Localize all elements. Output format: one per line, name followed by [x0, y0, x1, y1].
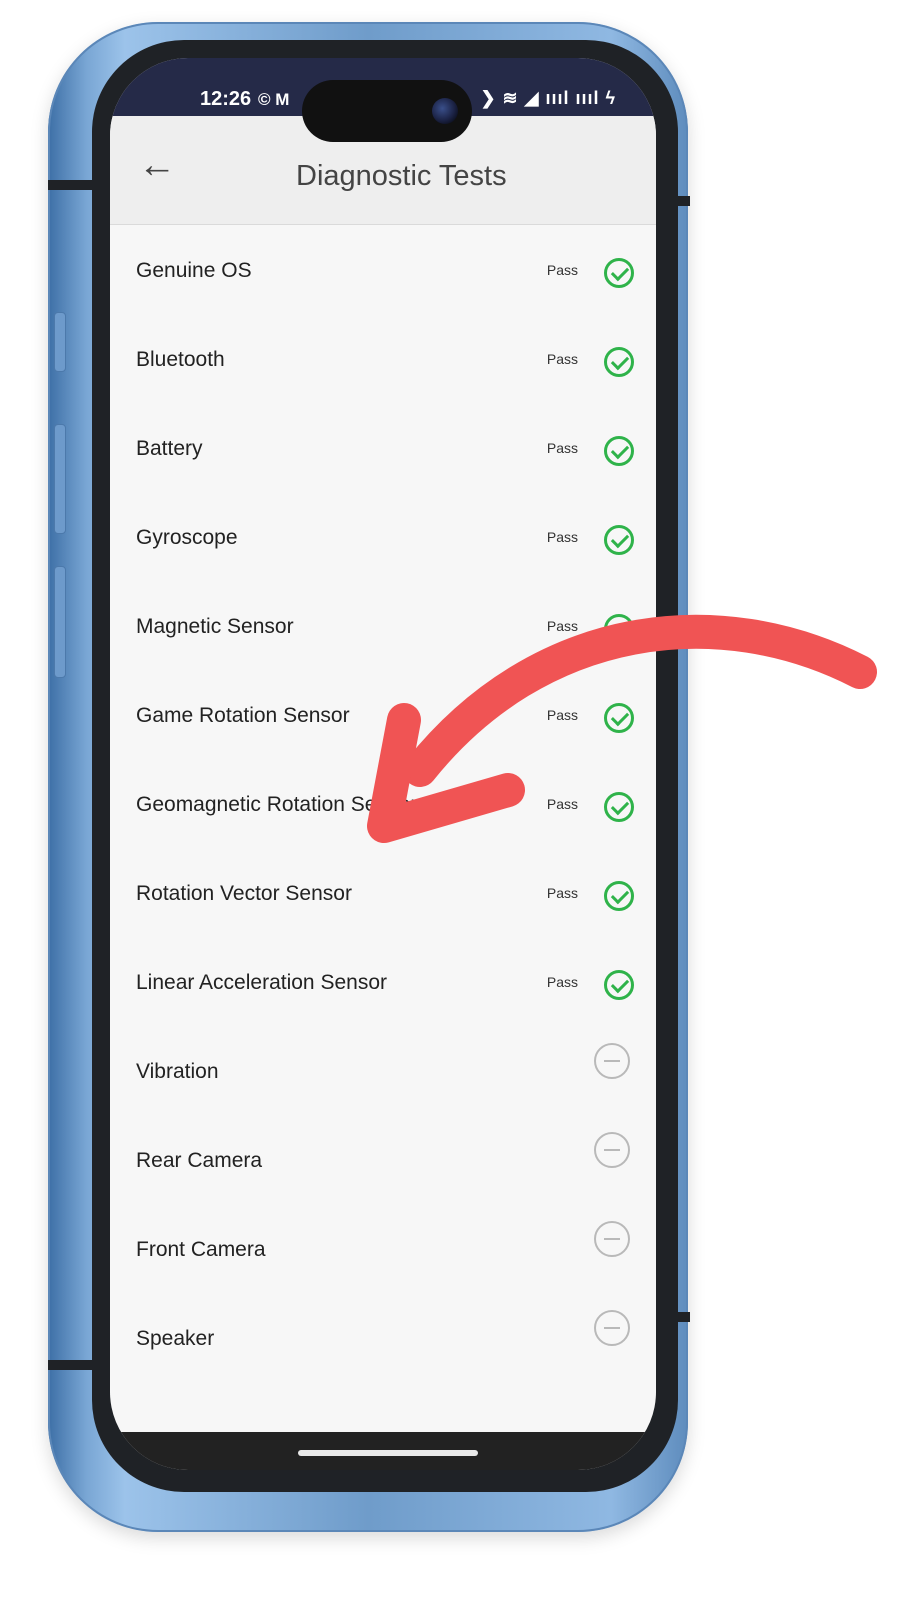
signal-battery-icons: ❯ ≋ ◢ ıııl ıııl ϟ	[480, 88, 616, 108]
test-row[interactable]: Magnetic Sensor Pass	[110, 580, 656, 669]
test-row[interactable]: Front Camera	[110, 1203, 656, 1292]
test-name: Game Rotation Sensor	[136, 704, 350, 727]
notification-icons: © M	[258, 90, 290, 109]
test-row[interactable]: Battery Pass	[110, 402, 656, 491]
volume-down-button	[54, 566, 66, 678]
test-row[interactable]: Speaker	[110, 1292, 656, 1381]
pending-circle-icon	[594, 1310, 630, 1346]
check-circle-icon	[604, 258, 634, 288]
test-row[interactable]: Rotation Vector Sensor Pass	[110, 847, 656, 936]
volume-up-button	[54, 424, 66, 534]
test-name: Speaker	[136, 1327, 215, 1350]
antenna-band	[48, 180, 98, 190]
test-status-text: Pass	[546, 796, 578, 812]
status-time: 12:26	[200, 88, 252, 110]
antenna-band	[48, 1360, 98, 1370]
test-name: Genuine OS	[136, 259, 252, 282]
pending-circle-icon	[594, 1132, 630, 1168]
test-name: Gyroscope	[136, 526, 238, 549]
test-status-text: Pass	[546, 974, 578, 990]
check-circle-icon	[604, 525, 634, 555]
test-status-text: Pass	[546, 262, 578, 278]
action-button	[54, 312, 66, 372]
pending-circle-icon	[594, 1221, 630, 1257]
test-status-text: Pass	[546, 529, 578, 545]
test-row[interactable]: Rear Camera	[110, 1114, 656, 1203]
test-status-text: Pass	[546, 885, 578, 901]
test-row[interactable]: Genuine OS Pass	[110, 224, 656, 313]
test-row[interactable]: Game Rotation Sensor Pass	[110, 669, 656, 758]
test-name: Battery	[136, 437, 203, 460]
test-name: Front Camera	[136, 1238, 266, 1261]
test-status-text: Pass	[546, 707, 578, 723]
test-status-text: Pass	[546, 351, 578, 367]
check-circle-icon	[604, 881, 634, 911]
test-name: Rotation Vector Sensor	[136, 882, 352, 905]
test-row[interactable]: Bluetooth Pass	[110, 313, 656, 402]
back-arrow-icon[interactable]: ←	[138, 144, 176, 187]
test-row[interactable]: Geomagnetic Rotation Sensor Pass	[110, 758, 656, 847]
page-title: Diagnostic Tests	[296, 160, 507, 192]
check-circle-icon	[604, 703, 634, 733]
diagnostic-test-list: Genuine OS Pass Bluetooth Pass Battery P…	[110, 224, 656, 1381]
test-row[interactable]: Linear Acceleration Sensor Pass	[110, 936, 656, 1025]
test-name: Vibration	[136, 1060, 219, 1083]
check-circle-icon	[604, 347, 634, 377]
pending-circle-icon	[594, 1043, 630, 1079]
front-camera-lens-icon	[432, 98, 458, 124]
dynamic-island	[302, 80, 472, 142]
test-status-text: Pass	[546, 440, 578, 456]
check-circle-icon	[604, 792, 634, 822]
test-row[interactable]: Vibration	[110, 1025, 656, 1114]
test-row[interactable]: Gyroscope Pass	[110, 491, 656, 580]
check-circle-icon	[604, 436, 634, 466]
phone-screen: 12:26 © M ❯ ≋ ◢ ıııl ıııl ϟ ← Diagnostic…	[110, 58, 656, 1470]
test-name: Bluetooth	[136, 348, 225, 371]
test-status-text: Pass	[546, 618, 578, 634]
home-indicator[interactable]	[298, 1450, 478, 1456]
test-name: Rear Camera	[136, 1149, 263, 1172]
test-name: Geomagnetic Rotation Sensor	[136, 793, 418, 816]
test-name: Magnetic Sensor	[136, 615, 294, 638]
check-circle-icon	[604, 614, 634, 644]
test-name: Linear Acceleration Sensor	[136, 971, 387, 994]
check-circle-icon	[604, 970, 634, 1000]
